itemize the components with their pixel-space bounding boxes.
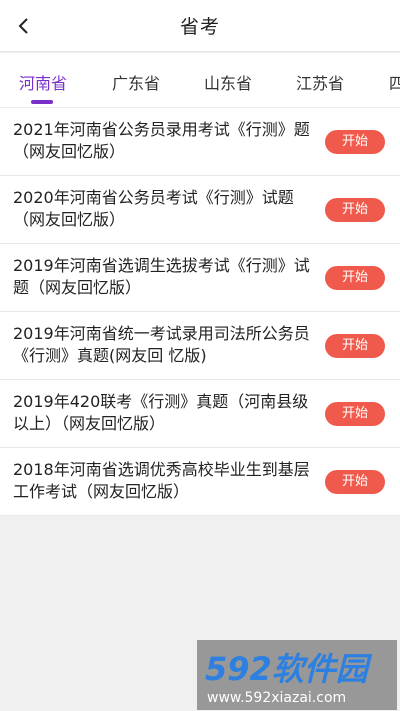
start-button[interactable]: 开始 <box>325 130 385 154</box>
exam-title: 2021年河南省公务员录用考试《行测》题（网友回忆版） <box>13 120 310 161</box>
start-button[interactable]: 开始 <box>325 198 385 222</box>
tab-shandong[interactable]: 山东省 <box>204 70 252 94</box>
watermark-url-text: www.592xiazai.com <box>207 690 346 706</box>
exam-title: 2020年河南省公务员考试《行测》试题（网友回忆版） <box>13 188 294 229</box>
watermark-logo-image: 592软件园 www.592xiazai.com <box>205 650 373 706</box>
start-button[interactable]: 开始 <box>325 266 385 290</box>
province-tabs: 河南省 广东省 山东省 江苏省 四 <box>0 53 400 108</box>
list-item[interactable]: 2018年河南省选调优秀高校毕业生到基层工作考试（网友回忆版） 开始 <box>0 448 400 516</box>
chevron-left-icon <box>18 18 28 34</box>
list-item[interactable]: 2019年420联考《行测》真题（河南县级以上）（网友回忆版） 开始 <box>0 380 400 448</box>
exam-title: 2019年420联考《行测》真题（河南县级以上）（网友回忆版） <box>13 392 309 433</box>
exam-list: 2021年河南省公务员录用考试《行测》题（网友回忆版） 开始 2020年河南省公… <box>0 108 400 516</box>
header-bar: 省考 <box>0 0 400 52</box>
app-screen: 省考 河南省 广东省 山东省 江苏省 四 2021年河南省公务员录用考试《行测》… <box>0 0 400 711</box>
tab-next-province[interactable]: 四 <box>389 70 400 94</box>
exam-title: 2019年河南省统一考试录用司法所公务员《行测》真题(网友回 忆版) <box>13 324 310 365</box>
exam-title: 2018年河南省选调优秀高校毕业生到基层工作考试（网友回忆版） <box>13 460 310 501</box>
exam-title: 2019年河南省选调生选拔考试《行测》试题（网友回忆版） <box>13 256 310 297</box>
list-item[interactable]: 2019年河南省选调生选拔考试《行测》试题（网友回忆版） 开始 <box>0 244 400 312</box>
tab-henan[interactable]: 河南省 <box>19 70 67 94</box>
page-title: 省考 <box>179 16 220 38</box>
tab-guangdong[interactable]: 广东省 <box>112 70 160 94</box>
list-item[interactable]: 2020年河南省公务员考试《行测》试题（网友回忆版） 开始 <box>0 176 400 244</box>
tab-jiangsu[interactable]: 江苏省 <box>296 70 344 94</box>
watermark-brand-text: 592软件园 <box>205 650 373 688</box>
start-button[interactable]: 开始 <box>325 402 385 426</box>
list-item[interactable]: 2021年河南省公务员录用考试《行测》题（网友回忆版） 开始 <box>0 108 400 176</box>
back-button[interactable] <box>6 8 42 44</box>
start-button[interactable]: 开始 <box>325 334 385 358</box>
start-button[interactable]: 开始 <box>325 470 385 494</box>
active-tab-indicator <box>31 100 53 104</box>
list-item[interactable]: 2019年河南省统一考试录用司法所公务员《行测》真题(网友回 忆版) 开始 <box>0 312 400 380</box>
watermark-logo: 592软件园 www.592xiazai.com <box>197 640 397 710</box>
